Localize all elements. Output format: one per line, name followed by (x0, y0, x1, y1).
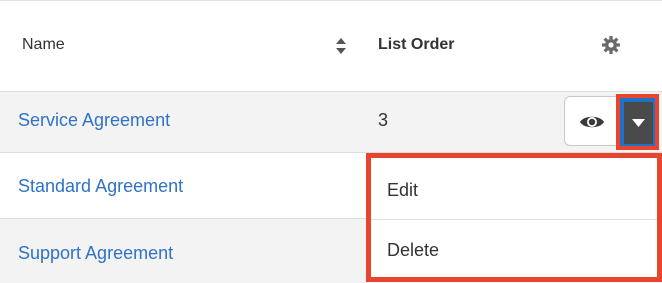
row-actions (564, 94, 660, 150)
sort-icon[interactable] (335, 36, 347, 56)
actions-dropdown-button[interactable] (624, 102, 653, 144)
record-link-support-agreement[interactable]: Support Agreement (18, 243, 173, 264)
actions-dropdown-menu: Edit Delete (366, 153, 662, 282)
table-header (0, 1, 662, 92)
column-header-name[interactable]: Name (22, 36, 65, 54)
actions-dropdown-highlight (616, 94, 659, 150)
menu-item-label: Edit (387, 180, 419, 200)
column-header-list-order[interactable]: List Order (378, 36, 454, 54)
record-link-standard-agreement[interactable]: Standard Agreement (18, 176, 183, 197)
caret-down-icon (632, 119, 645, 127)
menu-item-edit[interactable]: Edit (371, 160, 657, 218)
preview-button[interactable] (564, 96, 620, 146)
header-divider (0, 91, 662, 92)
eye-icon (580, 116, 604, 128)
menu-item-delete[interactable]: Delete (371, 220, 657, 278)
gear-icon[interactable] (601, 35, 621, 55)
record-link-service-agreement[interactable]: Service Agreement (18, 110, 170, 131)
list-order-value: 3 (378, 110, 389, 130)
menu-item-label: Delete (387, 240, 440, 260)
